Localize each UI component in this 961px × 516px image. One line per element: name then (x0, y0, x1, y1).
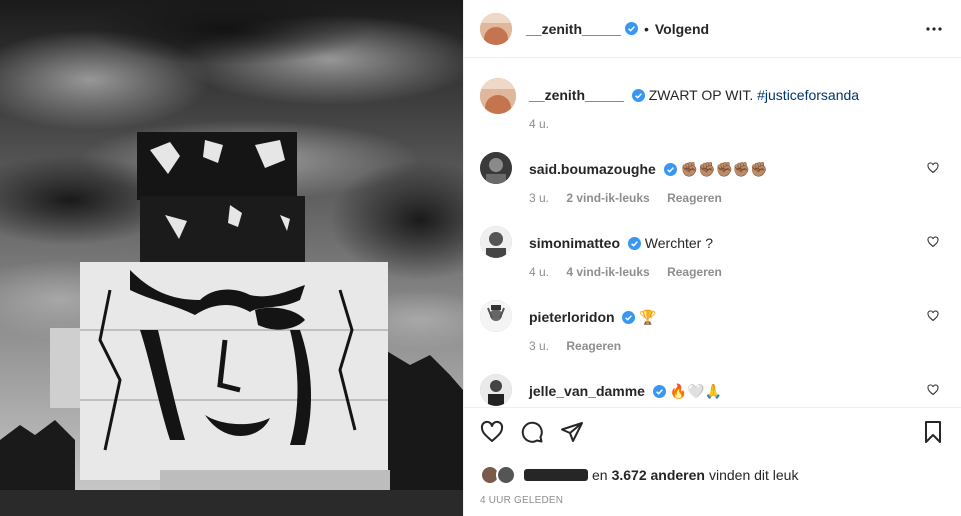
comment-text: 🔥🤍🙏 (669, 383, 723, 399)
comment-username[interactable]: said.boumazoughe (529, 161, 656, 177)
comment-meta: 3 u. 2 vind-ik-leuks Reageren (529, 191, 736, 205)
commenter-avatar[interactable] (480, 152, 512, 184)
comment-text: Werchter ? (644, 235, 714, 251)
comment-meta: 4 u. 4 vind-ik-leuks Reageren (529, 265, 736, 279)
caption-hashtag[interactable]: #justiceforsanda (757, 87, 859, 103)
caption-meta: 4 u. (529, 117, 563, 131)
comment-bubble-icon[interactable] (520, 420, 544, 444)
likes-suffix: vinden dit leuk (708, 467, 799, 483)
post-timestamp[interactable]: 4 UUR GELEDEN (480, 495, 563, 506)
comment-username[interactable]: simonimatteo (529, 235, 620, 251)
likes-summary[interactable]: en 3.672 anderen vinden dit leuk (480, 464, 945, 486)
post-photo[interactable] (0, 0, 463, 516)
post-header: __zenith_____ • Volgend (464, 0, 961, 58)
likes-count[interactable]: 3.672 anderen (612, 467, 705, 483)
follow-status-button[interactable]: Volgend (655, 21, 709, 37)
comments-panel: __zenith_____ • Volgend __zenith_____ ZW… (463, 0, 961, 516)
comment-text: ✊🏽✊🏽✊🏽✊🏽✊🏽 (680, 161, 768, 177)
caption-avatar[interactable] (480, 78, 516, 114)
caption-username[interactable]: __zenith_____ (529, 87, 624, 103)
save-bookmark-icon[interactable] (921, 420, 945, 444)
verified-badge-icon (624, 22, 638, 35)
reply-button[interactable]: Reageren (667, 265, 722, 279)
verified-badge-icon (627, 237, 641, 250)
comment-line: said.boumazoughe ✊🏽✊🏽✊🏽✊🏽✊🏽 (529, 160, 768, 178)
author-avatar[interactable] (480, 12, 512, 45)
like-heart-icon[interactable] (480, 420, 504, 444)
caption-text: ZWART OP WIT. (648, 87, 758, 103)
likes-and: en (592, 467, 608, 483)
comment-item: pieterloridon 🏆 3 u. Reageren (480, 300, 945, 360)
verified-badge-icon (652, 385, 666, 398)
redacted-username (524, 469, 588, 481)
liker-avatar (496, 465, 516, 485)
comment-likes[interactable]: 2 vind-ik-leuks (566, 191, 649, 205)
more-horizontal-icon[interactable] (925, 20, 943, 38)
comment-item: jelle_van_damme 🔥🤍🙏 (480, 374, 945, 407)
post-image (0, 0, 463, 516)
caption-line: __zenith_____ ZWART OP WIT. #justicefors… (529, 86, 859, 104)
reply-button[interactable]: Reageren (566, 339, 621, 353)
comment-line: simonimatteo Werchter ? (529, 234, 713, 252)
comment-time[interactable]: 3 u. (529, 339, 549, 353)
comment-time[interactable]: 4 u. (529, 265, 549, 279)
comment-username[interactable]: pieterloridon (529, 309, 615, 325)
comment-item: said.boumazoughe ✊🏽✊🏽✊🏽✊🏽✊🏽 3 u. 2 vind-… (480, 152, 945, 212)
separator-dot: • (643, 20, 649, 37)
comment-like-icon[interactable] (927, 162, 939, 174)
comment-like-icon[interactable] (927, 384, 939, 396)
comment-line: jelle_van_damme 🔥🤍🙏 (529, 382, 722, 400)
comment-like-icon[interactable] (927, 236, 939, 248)
comment-meta: 3 u. Reageren (529, 339, 635, 353)
author-username[interactable]: __zenith_____ (526, 21, 621, 37)
comment-like-icon[interactable] (927, 310, 939, 322)
comment-text: 🏆 (639, 309, 657, 325)
action-bar (480, 420, 945, 448)
commenter-avatar[interactable] (480, 226, 512, 258)
post-dialog: __zenith_____ • Volgend __zenith_____ ZW… (0, 0, 961, 516)
commenter-avatar[interactable] (480, 374, 512, 406)
comment-username[interactable]: jelle_van_damme (529, 383, 645, 399)
comment-item: simonimatteo Werchter ? 4 u. 4 vind-ik-l… (480, 226, 945, 286)
comment-line: pieterloridon 🏆 (529, 308, 657, 326)
reply-button[interactable]: Reageren (667, 191, 722, 205)
caption: __zenith_____ ZWART OP WIT. #justicefors… (480, 78, 945, 138)
verified-badge-icon (631, 89, 645, 102)
verified-badge-icon (663, 163, 677, 176)
share-send-icon[interactable] (560, 420, 584, 444)
comments-list[interactable]: __zenith_____ ZWART OP WIT. #justicefors… (464, 58, 961, 408)
comment-time[interactable]: 3 u. (529, 191, 549, 205)
caption-time[interactable]: 4 u. (529, 117, 549, 131)
commenter-avatar[interactable] (480, 300, 512, 332)
comment-likes[interactable]: 4 vind-ik-leuks (566, 265, 649, 279)
verified-badge-icon (622, 311, 636, 324)
